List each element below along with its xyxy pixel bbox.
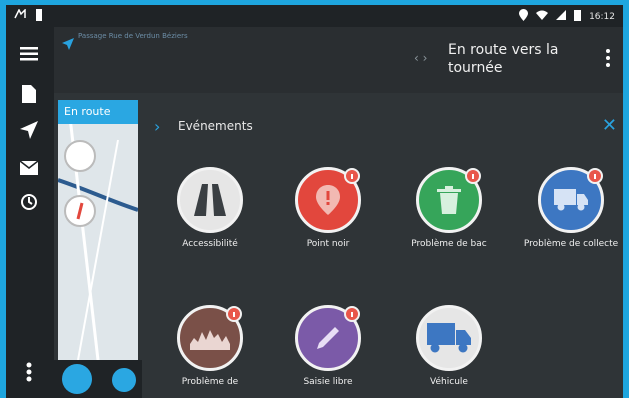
- status-bar: 16:12: [6, 5, 623, 27]
- event-item-label: Point noir: [306, 239, 350, 249]
- top-bar: Passage Rue de Verdun Béziers ‹ › En rou…: [54, 27, 623, 93]
- event-item-label: Véhicule: [430, 377, 468, 387]
- clock-time: 16:12: [589, 11, 615, 22]
- events-panel: › Evénements ✕ Accessibilité Point noir …: [142, 105, 623, 398]
- locate-button[interactable]: [62, 364, 92, 394]
- badge-icon: [344, 168, 360, 184]
- event-item-label: Problème de: [181, 377, 239, 387]
- event-item-probleme-collecte[interactable]: Problème de collecte: [516, 167, 623, 250]
- battery-low-icon: [36, 9, 42, 24]
- pen-icon: [295, 305, 361, 371]
- wifi-icon: [536, 10, 549, 23]
- event-item-label: Problème de bac: [411, 239, 487, 249]
- route-subtitle: Passage Rue de Verdun Béziers: [78, 32, 188, 40]
- notification-icon: [14, 8, 26, 24]
- badge-icon: [465, 168, 481, 184]
- map-pin-alert-icon: [295, 167, 361, 233]
- badge-icon: [226, 306, 242, 322]
- event-item-saisie-libre[interactable]: Saisie libre: [273, 305, 383, 388]
- sidebar: [6, 27, 54, 398]
- event-item-point-noir[interactable]: Point noir: [273, 167, 383, 250]
- more-options-icon[interactable]: [16, 361, 42, 383]
- badge-icon: [344, 306, 360, 322]
- events-panel-title: Evénements: [178, 119, 253, 133]
- route-switch-icon[interactable]: ‹ ›: [414, 51, 427, 65]
- map-zoom-button[interactable]: [64, 140, 96, 172]
- event-item-accessibilite[interactable]: Accessibilité: [155, 167, 265, 250]
- trash-bin-icon: [416, 167, 482, 233]
- battery-icon: [574, 9, 582, 24]
- event-item-label: Accessibilité: [182, 239, 238, 249]
- truck-icon: [538, 167, 604, 233]
- history-icon[interactable]: [16, 191, 42, 213]
- event-item-probleme-bac[interactable]: Problème de bac: [394, 167, 504, 250]
- map-bottom-bar: [54, 360, 142, 398]
- message-button[interactable]: [112, 368, 136, 392]
- route-title: En route vers la tournée: [448, 42, 559, 76]
- app-screen: 16:12 Passage Rue de Verdun Béziers ‹ › …: [6, 5, 623, 398]
- signal-icon: [556, 10, 567, 23]
- chevron-right-icon: ›: [154, 117, 161, 136]
- map-tab[interactable]: En route: [58, 100, 138, 124]
- close-icon[interactable]: ✕: [602, 115, 617, 136]
- navigation-icon[interactable]: [16, 119, 42, 141]
- map-view[interactable]: [57, 99, 139, 361]
- mail-icon[interactable]: [16, 157, 42, 179]
- event-item-probleme[interactable]: Problème de: [155, 305, 265, 388]
- road-icon: [177, 167, 243, 233]
- event-item-label: Problème de collecte: [523, 239, 619, 249]
- location-icon: [519, 9, 529, 24]
- document-icon[interactable]: [16, 83, 42, 105]
- navigation-arrow-icon: [62, 35, 74, 54]
- map-tab-label: En route: [64, 105, 111, 118]
- event-item-vehicule[interactable]: Véhicule: [394, 305, 504, 388]
- events-panel-header: › Evénements ✕: [142, 105, 623, 145]
- badge-icon: [587, 168, 603, 184]
- map-compass-button[interactable]: [64, 195, 96, 227]
- menu-icon[interactable]: [16, 43, 42, 65]
- event-item-label: Saisie libre: [303, 377, 353, 387]
- top-more-icon[interactable]: [605, 49, 611, 71]
- vehicle-truck-icon: [416, 305, 482, 371]
- audio-wave-icon: [177, 305, 243, 371]
